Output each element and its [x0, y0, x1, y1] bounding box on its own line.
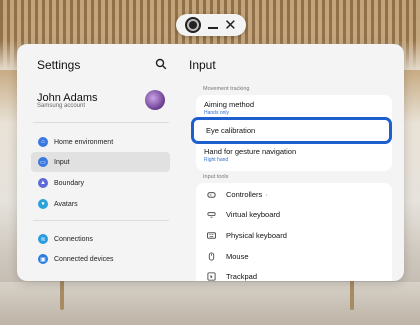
row-value: Hands only [204, 110, 230, 116]
profile-account: Samsung account [37, 103, 86, 109]
tool-label: Controllers [226, 190, 263, 199]
window-control-bar: ✕ [176, 14, 246, 36]
virtual-keyboard-icon [207, 212, 216, 218]
sidebar-item-label: Boundary [54, 179, 84, 187]
input-icon: ▭ [38, 157, 48, 167]
sidebar-item-connections[interactable]: ≋ Connections [31, 229, 170, 249]
search-icon[interactable] [155, 58, 167, 70]
app-icon[interactable] [185, 17, 202, 33]
tool-label: Virtual keyboard [226, 210, 281, 219]
tool-suffix: · [265, 190, 268, 199]
keyboard-icon [207, 232, 216, 239]
sidebar-item-avatars[interactable]: ● Avatars [31, 194, 170, 214]
controllers-row[interactable]: Controllers · [207, 190, 268, 199]
sidebar-item-label: Home environment [54, 138, 114, 146]
mouse-icon [208, 252, 215, 261]
sidebar-item-connected-devices[interactable]: ▣ Connected devices [31, 249, 170, 269]
home-icon: ⌂ [38, 137, 48, 147]
eye-calibration-row[interactable]: Eye calibration [191, 117, 392, 144]
sidebar-item-boundary[interactable]: ▲ Boundary [31, 173, 170, 193]
hand-gesture-row[interactable]: Hand for gesture navigation Right hand [204, 147, 296, 163]
controller-icon [207, 192, 216, 198]
tool-label: Physical keyboard [226, 231, 287, 240]
sidebar-item-label: Input [54, 158, 70, 166]
row-title: Eye calibration [206, 126, 256, 135]
close-button[interactable]: ✕ [224, 18, 237, 33]
sidebar-item-label: Connected devices [54, 255, 114, 263]
devices-icon: ▣ [38, 254, 48, 264]
trackpad-row[interactable]: Trackpad [207, 272, 257, 281]
tool-label: Trackpad [226, 272, 257, 281]
row-title: Hand for gesture navigation [204, 147, 297, 156]
sidebar-item-label: Connections [54, 235, 93, 243]
minimize-button[interactable] [207, 27, 218, 29]
avatar[interactable] [145, 90, 165, 110]
sidebar-item-input[interactable]: ▭ Input [31, 152, 170, 172]
wifi-icon: ≋ [38, 234, 48, 244]
boundary-icon: ▲ [38, 178, 48, 188]
page-title: Input [189, 58, 216, 72]
settings-title: Settings [37, 58, 81, 72]
row-title: Aiming method [204, 100, 255, 109]
sidebar-item-label: Avatars [54, 200, 78, 208]
mouse-row[interactable]: Mouse [207, 252, 249, 261]
aiming-method-row[interactable]: Aiming method Hands only [204, 100, 254, 116]
sidebar-item-home-environment[interactable]: ⌂ Home environment [31, 132, 170, 152]
row-value: Right hand [204, 157, 229, 163]
divider [33, 220, 169, 221]
avatar-icon: ● [38, 199, 48, 209]
section-label-movement-tracking: Movement tracking [203, 86, 250, 92]
virtual-keyboard-row[interactable]: Virtual keyboard [207, 210, 280, 219]
section-label-input-tools: Input tools [203, 174, 229, 180]
divider [33, 122, 169, 123]
trackpad-icon [207, 272, 216, 281]
physical-keyboard-row[interactable]: Physical keyboard [207, 231, 287, 240]
tool-label: Mouse [226, 252, 249, 261]
